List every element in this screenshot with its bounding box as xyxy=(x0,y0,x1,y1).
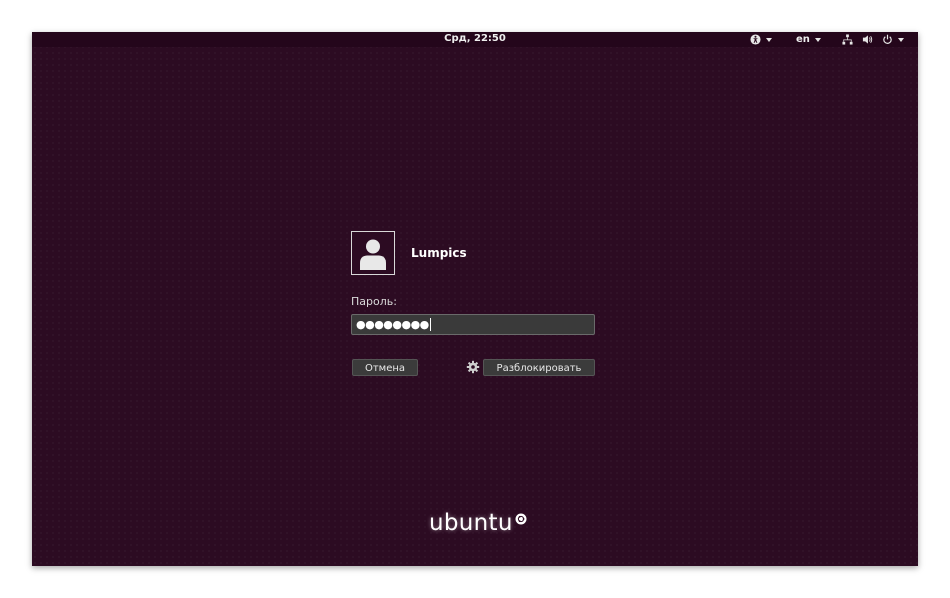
circle-of-friends-icon xyxy=(515,513,527,525)
clock[interactable]: Срд, 22:50 xyxy=(32,32,918,47)
accessibility-menu[interactable] xyxy=(750,32,772,47)
chevron-down-icon xyxy=(814,37,821,42)
cancel-button[interactable]: Отмена xyxy=(352,359,418,376)
chevron-down-icon xyxy=(898,37,904,42)
chevron-down-icon xyxy=(766,37,772,42)
username: Lumpics xyxy=(411,246,467,260)
power-icon xyxy=(883,34,892,44)
accessibility-icon xyxy=(750,34,761,45)
system-menu[interactable] xyxy=(842,32,904,47)
user-icon xyxy=(360,239,386,270)
password-value: ●●●●●●●● xyxy=(356,318,429,331)
language-menu[interactable]: en xyxy=(796,32,821,47)
password-field[interactable]: ●●●●●●●● xyxy=(351,314,595,335)
top-panel: Срд, 22:50 en xyxy=(32,32,918,47)
unlock-button[interactable]: Разблокировать xyxy=(483,359,595,376)
password-label: Пароль: xyxy=(351,295,397,308)
avatar xyxy=(351,231,395,275)
logo-wordmark: ubuntu xyxy=(429,510,513,536)
gear-icon[interactable] xyxy=(466,360,480,374)
lock-screen: Срд, 22:50 en Lumpics Пароль: ●●●●●●●● О… xyxy=(32,32,918,566)
text-cursor xyxy=(429,318,431,331)
network-icon xyxy=(842,34,853,45)
volume-icon xyxy=(862,35,873,44)
ubuntu-logo: ubuntu xyxy=(429,508,539,538)
language-indicator: en xyxy=(796,34,810,45)
